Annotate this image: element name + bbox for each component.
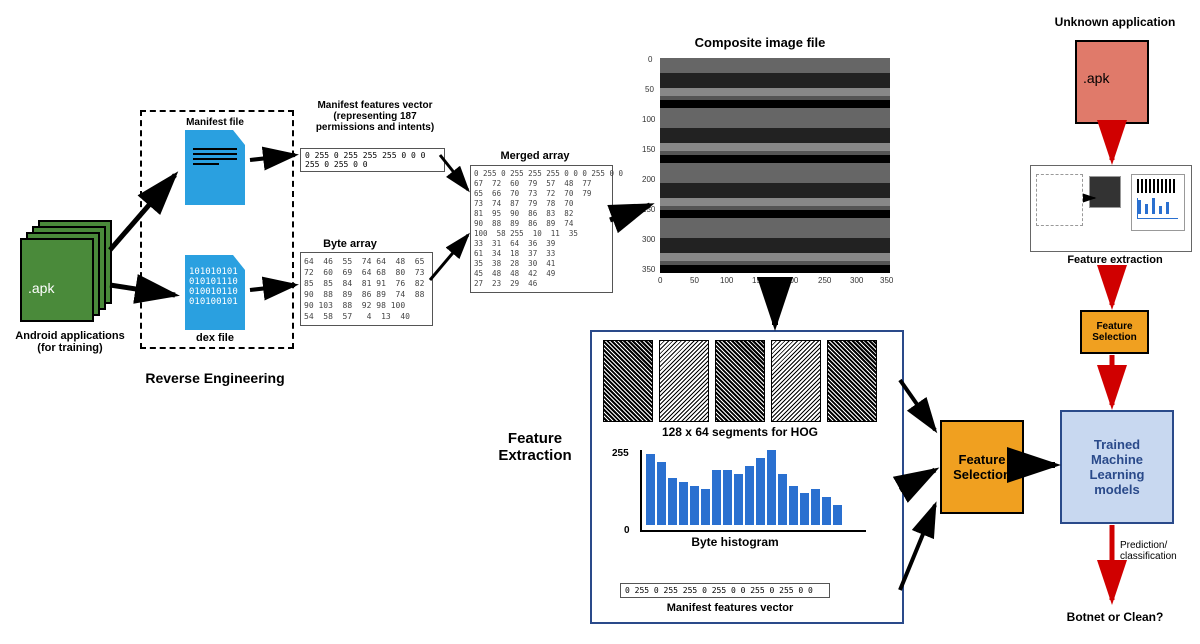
histogram-bar xyxy=(822,497,831,525)
histogram-bar xyxy=(745,466,754,525)
composite-label: Composite image file xyxy=(670,35,850,50)
histogram-bar xyxy=(679,482,688,525)
y-tick-2: 100 xyxy=(642,115,655,124)
byte-array-label: Byte array xyxy=(310,238,390,250)
histogram-bar xyxy=(668,478,677,525)
feature-extraction-label: Feature Extraction xyxy=(485,430,585,464)
histogram-bar xyxy=(811,489,820,525)
merged-array-table: 0 255 0 255 255 255 0 0 0 255 0 0 67 72 … xyxy=(470,165,613,293)
histogram-bar xyxy=(712,470,721,525)
apk-label: .apk xyxy=(28,280,54,296)
unknown-apk-text: .apk xyxy=(1083,70,1109,86)
y-tick-6: 300 xyxy=(642,235,655,244)
composite-image xyxy=(660,58,890,273)
byte-array-table: 64 46 55 74 64 48 65 72 60 69 64 68 80 7… xyxy=(300,252,433,326)
manifest-vec-title: Manifest features vector (representing 1… xyxy=(300,100,450,133)
trained-models-box: Trained Machine Learning models xyxy=(1060,410,1174,524)
x-tick-1: 50 xyxy=(690,276,699,285)
histogram-bar xyxy=(833,505,842,525)
x-tick-7: 350 xyxy=(880,276,893,285)
manifest-vec-bottom-label: Manifest features vector xyxy=(630,602,830,614)
feature-selection-label: Feature Selection xyxy=(953,452,1011,482)
dex-bits: 101010101 010101110 010010110 010100101 xyxy=(185,255,245,319)
histogram-bar xyxy=(800,493,809,525)
x-tick-5: 250 xyxy=(818,276,831,285)
histogram-bar xyxy=(767,450,776,525)
x-tick-3: 150 xyxy=(752,276,765,285)
histogram-bar xyxy=(657,462,666,525)
y-tick-7: 350 xyxy=(642,265,655,274)
x-tick-2: 100 xyxy=(720,276,733,285)
android-training-label: Android applications (for training) xyxy=(0,330,140,354)
feature-selection-box: Feature Selection xyxy=(940,420,1024,514)
hog-label: 128 x 64 segments for HOG xyxy=(600,425,880,439)
dex-file-label: dex file xyxy=(185,332,245,344)
feature-selection-small-label: Feature Selection xyxy=(1092,321,1136,343)
feature-extraction-mini-box xyxy=(1030,165,1192,252)
merged-array-label: Merged array xyxy=(490,150,580,162)
histogram-bar xyxy=(734,474,743,525)
histogram-bar xyxy=(723,470,732,525)
unknown-apk: .apk xyxy=(1075,40,1149,124)
reverse-engineering-label: Reverse Engineering xyxy=(135,370,295,386)
botnet-label: Botnet or Clean? xyxy=(1055,610,1175,624)
hist-ymin: 0 xyxy=(624,525,630,536)
feature-selection-small-box: Feature Selection xyxy=(1080,310,1149,354)
x-tick-4: 200 xyxy=(785,276,798,285)
y-tick-3: 150 xyxy=(642,145,655,154)
unknown-app-label: Unknown application xyxy=(1040,15,1190,29)
hog-segments xyxy=(600,340,880,425)
x-tick-6: 300 xyxy=(850,276,863,285)
hist-ymax: 255 xyxy=(612,448,629,459)
byte-histogram-label: Byte histogram xyxy=(660,535,810,549)
y-tick-4: 200 xyxy=(642,175,655,184)
feature-extraction-mini-label: Feature extraction xyxy=(1055,254,1175,266)
dex-file-icon: 101010101 010101110 010010110 010100101 xyxy=(185,255,245,330)
manifest-file-icon xyxy=(185,130,245,205)
trained-models-label: Trained Machine Learning models xyxy=(1090,437,1145,497)
histogram-bar xyxy=(789,486,798,525)
histogram-bar xyxy=(756,458,765,525)
histogram-bar xyxy=(778,474,787,525)
manifest-vector-top: 0 255 0 255 255 255 0 0 0 255 0 255 0 0 xyxy=(300,148,445,172)
histogram-bar xyxy=(690,486,699,525)
byte-histogram xyxy=(640,450,866,532)
manifest-vector-bottom: 0 255 0 255 255 0 255 0 0 255 0 255 0 0 xyxy=(620,583,830,598)
x-tick-0: 0 xyxy=(658,276,662,285)
histogram-bar xyxy=(701,489,710,525)
manifest-file-label: Manifest file xyxy=(175,117,255,128)
prediction-label: Prediction/ classification xyxy=(1120,540,1200,562)
histogram-bar xyxy=(646,454,655,525)
y-tick-1: 50 xyxy=(645,85,654,94)
y-tick-0: 0 xyxy=(648,55,652,64)
y-tick-5: 250 xyxy=(642,205,655,214)
